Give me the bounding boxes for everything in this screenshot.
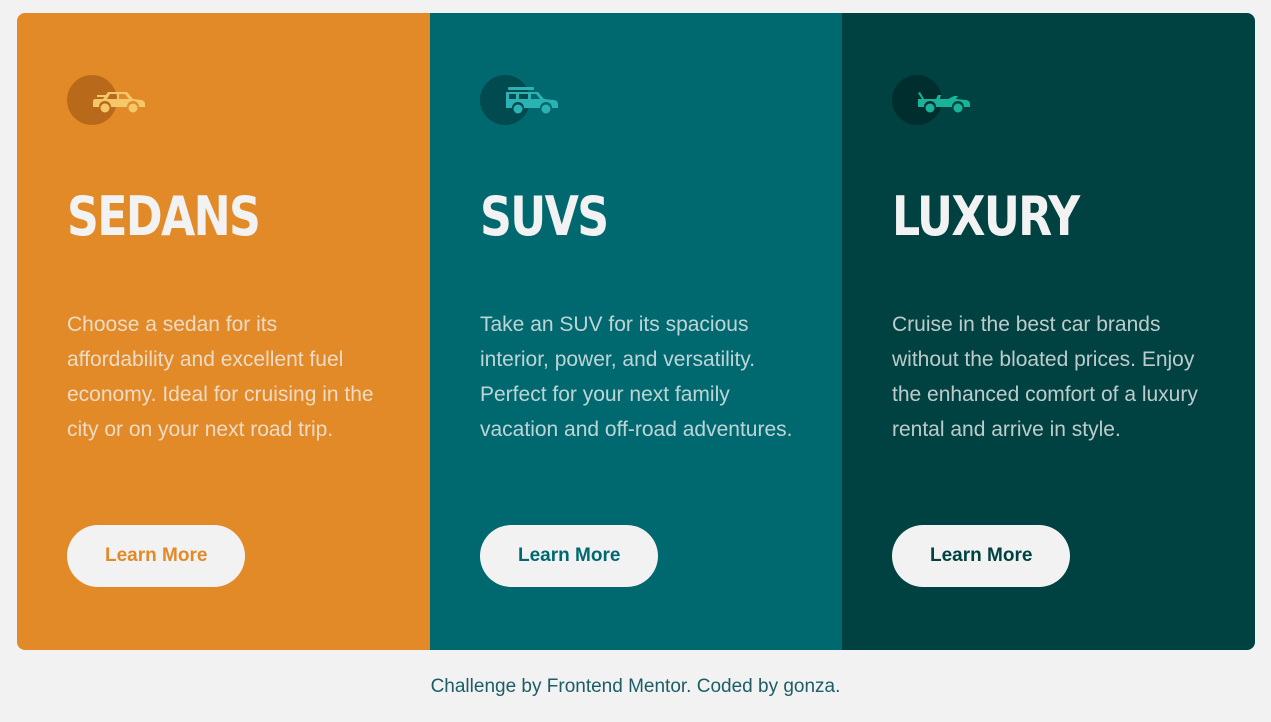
card-description: Cruise in the best car brands without th… bbox=[892, 313, 1198, 441]
sedan-car-icon bbox=[93, 92, 145, 113]
sedan-icon-wrap bbox=[67, 75, 147, 125]
learn-more-button[interactable]: Learn More bbox=[480, 525, 659, 587]
card-description: Take an SUV for its spacious interior, p… bbox=[480, 313, 793, 441]
convertible-car-icon bbox=[918, 92, 970, 113]
card-suvs: SUVS Take an SUV for its spacious interi… bbox=[430, 13, 842, 650]
suv-car-icon bbox=[506, 87, 558, 114]
footer-attribution: Challenge by Frontend Mentor. Coded by g… bbox=[430, 676, 841, 697]
suv-icon-wrap bbox=[480, 75, 560, 125]
learn-more-button[interactable]: Learn More bbox=[67, 525, 246, 587]
cards-container: SEDANS Choose a sedan for its affordabil… bbox=[17, 13, 1255, 650]
card-description: Choose a sedan for its affordability and… bbox=[67, 313, 374, 441]
card-luxury: LUXURY Cruise in the best car brands wit… bbox=[842, 13, 1255, 650]
card-title: LUXURY bbox=[892, 185, 1080, 248]
card-sedans: SEDANS Choose a sedan for its affordabil… bbox=[17, 13, 430, 650]
card-title: SEDANS bbox=[67, 185, 261, 248]
learn-more-button[interactable]: Learn More bbox=[892, 525, 1071, 587]
card-title: SUVS bbox=[480, 185, 609, 248]
luxury-icon-wrap bbox=[892, 75, 972, 125]
